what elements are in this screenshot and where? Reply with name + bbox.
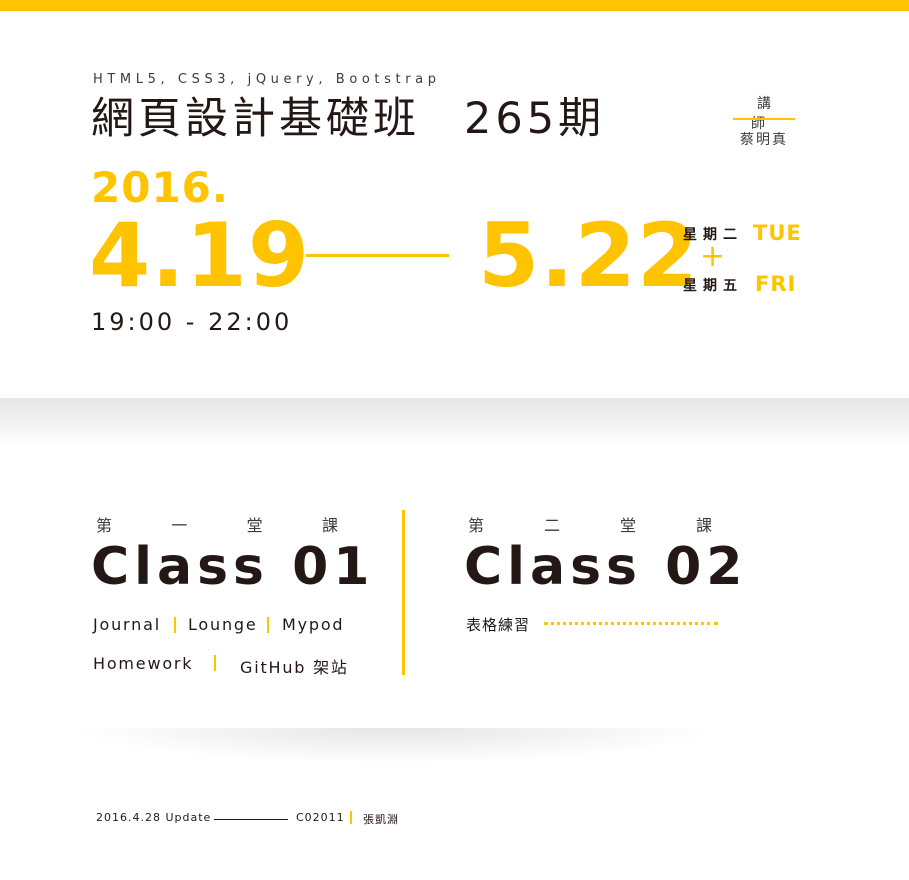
class2-title: Class 02	[464, 537, 748, 597]
section-divider-band	[0, 398, 909, 448]
date-range-line	[306, 254, 449, 257]
course-title: 網頁設計基礎班	[91, 94, 420, 144]
course-subtitle: HTML5, CSS3, jQuery, Bootstrap	[93, 72, 441, 87]
session-number: 265期	[464, 94, 606, 144]
class1-title: Class 01	[91, 537, 375, 597]
start-date: 4.19	[89, 204, 311, 307]
class1-label: 第 一 堂 課	[96, 512, 338, 536]
class2-topic: 表格練習	[466, 616, 531, 634]
class2-label: 第 二 堂 課	[468, 512, 712, 536]
day2-english: FRI	[755, 272, 797, 296]
day1-english: TUE	[753, 221, 802, 245]
class1-topic: Lounge	[188, 615, 258, 634]
instructor-label: 講師	[751, 96, 783, 132]
class1-topic: Journal	[93, 615, 161, 634]
class-divider	[402, 510, 405, 675]
footer-code: C02011	[296, 811, 345, 824]
class1-label-char: 一	[171, 516, 188, 535]
class1-label-char: 堂	[246, 516, 263, 535]
class1-topic: GitHub 架站	[240, 658, 349, 677]
class1-label-char: 第	[96, 516, 113, 535]
topic-separator	[174, 617, 176, 633]
topic-separator	[214, 655, 216, 671]
class-time: 19:00 - 22:00	[91, 308, 293, 336]
instructor-name: 蔡明真	[740, 132, 788, 148]
class2-label-char: 課	[695, 516, 712, 535]
class2-label-char: 堂	[619, 516, 636, 535]
class2-label-char: 第	[468, 516, 485, 535]
day2-chinese: 星期五	[683, 278, 743, 294]
end-date: 5.22	[478, 204, 700, 307]
class2-label-char: 二	[543, 516, 560, 535]
card-shadow	[70, 728, 720, 764]
footer-separator	[350, 811, 352, 824]
class1-label-char: 課	[321, 516, 338, 535]
class1-topic: Mypod	[282, 615, 345, 634]
plus-icon: +	[700, 239, 726, 274]
topic-separator	[267, 617, 269, 633]
footer-update: 2016.4.28 Update	[96, 811, 212, 824]
footer-author: 張凱淵	[363, 813, 399, 826]
dotted-leader	[544, 622, 718, 625]
instructor-divider	[733, 118, 795, 120]
class1-topic: Homework	[93, 654, 194, 673]
top-accent-bar	[0, 0, 909, 11]
footer-line	[214, 819, 288, 820]
